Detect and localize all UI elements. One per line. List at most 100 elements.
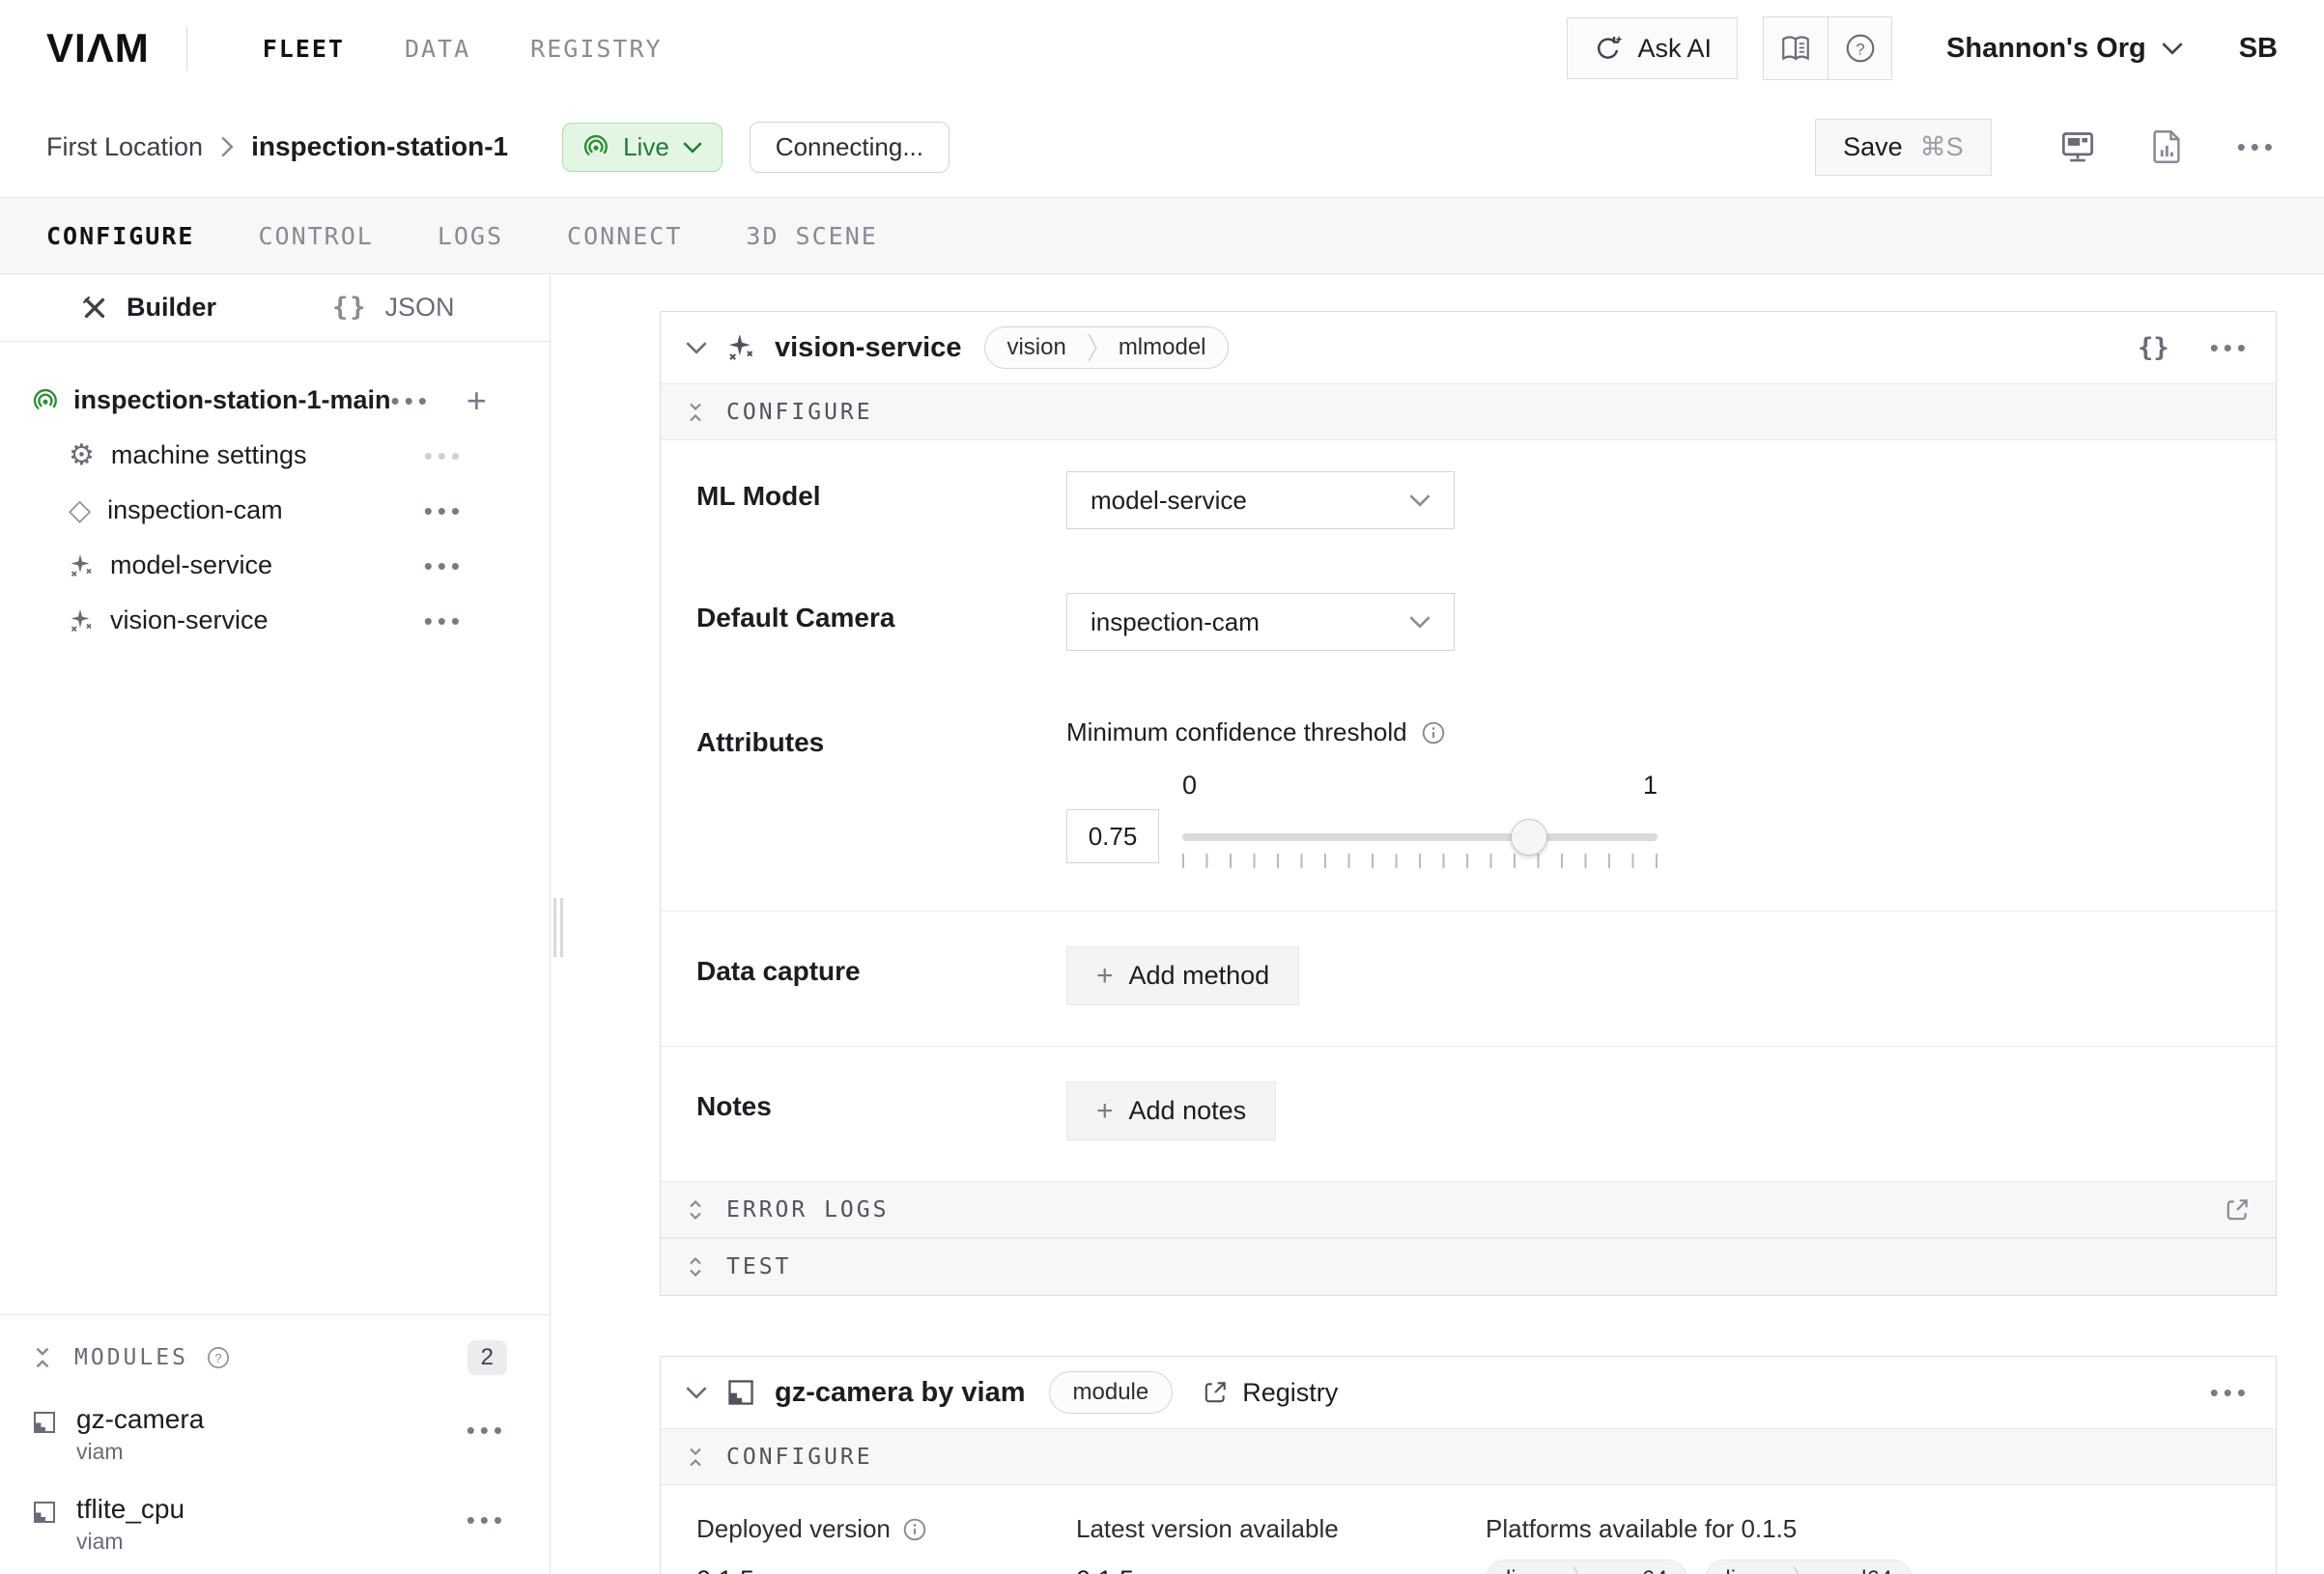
item-menu-icon[interactable]: ••• (424, 608, 465, 633)
help-button[interactable]: ? (1828, 17, 1891, 79)
collapse-card-icon[interactable] (686, 341, 707, 354)
gear-icon: ⚙ (69, 441, 95, 470)
chevron-down-icon (683, 141, 702, 154)
nav-divider (186, 26, 187, 70)
collapse-icon[interactable] (32, 1344, 53, 1371)
ml-model-value: model-service (1091, 486, 1247, 516)
attributes-label: Attributes (696, 717, 1066, 868)
nav-tab-registry[interactable]: REGISTRY (530, 35, 662, 63)
add-notes-button[interactable]: + Add notes (1066, 1082, 1276, 1140)
report-file-icon[interactable] (2150, 129, 2183, 164)
platform-arch: arm64 (1582, 1560, 1686, 1574)
ask-ai-button[interactable]: Ask AI (1567, 17, 1738, 79)
control-monitor-icon[interactable] (2059, 129, 2096, 164)
module-menu-icon[interactable]: ••• (467, 1418, 507, 1443)
threshold-input[interactable] (1066, 809, 1159, 863)
modules-count-badge: 2 (468, 1340, 507, 1375)
module-org: viam (76, 1529, 184, 1555)
module-menu-icon[interactable]: ••• (467, 1507, 507, 1532)
slider-max-label: 1 (1643, 771, 1658, 801)
vision-service-card: vision-service vision mlmodel {} ••• (660, 311, 2277, 1296)
tree-item-model-service[interactable]: model-service ••• (0, 538, 550, 593)
notes-label: Notes (696, 1082, 1066, 1140)
configure-section-header[interactable]: CONFIGURE (661, 383, 2276, 440)
svg-text:?: ? (214, 1351, 221, 1365)
card-menu-icon[interactable]: ••• (2210, 1380, 2251, 1405)
nav-tab-fleet[interactable]: FLEET (263, 35, 345, 63)
configure-label: CONFIGURE (726, 1445, 873, 1470)
platforms-label: Platforms available for 0.1.5 (1486, 1514, 1797, 1544)
tab-logs[interactable]: LOGS (438, 222, 503, 250)
tree-item-vision-service[interactable]: vision-service ••• (0, 593, 550, 648)
connecting-button[interactable]: Connecting... (750, 122, 949, 173)
add-method-button[interactable]: + Add method (1066, 946, 1299, 1005)
org-switcher[interactable]: Shannon's Org (1946, 33, 2183, 65)
breadcrumb-location[interactable]: First Location (46, 132, 203, 162)
module-name: gz-camera (76, 1404, 204, 1435)
avatar[interactable]: SB (2239, 33, 2278, 65)
help-icon[interactable]: ? (206, 1345, 231, 1370)
registry-link[interactable]: Registry (1202, 1378, 1338, 1408)
part-name: inspection-station-1-main (73, 385, 391, 415)
tree-item-main-part[interactable]: inspection-station-1-main ••• + (0, 373, 550, 428)
slider-track[interactable] (1182, 833, 1658, 841)
json-view-icon[interactable]: {} (2138, 333, 2169, 363)
broadcast-icon (32, 387, 59, 414)
unfold-icon (686, 1197, 705, 1223)
info-icon[interactable] (1421, 720, 1446, 745)
tab-connect[interactable]: CONNECT (567, 222, 682, 250)
live-label: Live (623, 132, 669, 162)
test-label: TEST (726, 1254, 791, 1279)
tree-item-machine-settings[interactable]: ⚙ machine settings ••• (0, 428, 550, 483)
live-status-dropdown[interactable]: Live (562, 123, 723, 172)
nav-tab-data[interactable]: DATA (405, 35, 470, 63)
tab-3d-scene[interactable]: 3D SCENE (746, 222, 877, 250)
default-camera-select[interactable]: inspection-cam (1066, 593, 1455, 651)
open-logs-external-icon[interactable] (2224, 1196, 2251, 1223)
configure-label: CONFIGURE (726, 400, 873, 425)
resource-tree: inspection-station-1-main ••• + ⚙ machin… (0, 342, 550, 648)
module-item-gz-camera[interactable]: gz-camera viam ••• (32, 1404, 507, 1465)
test-section-header[interactable]: TEST (661, 1238, 2276, 1295)
error-logs-section-header[interactable]: ERROR LOGS (661, 1181, 2276, 1238)
collapse-card-icon[interactable] (686, 1386, 707, 1399)
info-icon[interactable] (902, 1517, 927, 1542)
org-name: Shannon's Org (1946, 33, 2146, 65)
error-logs-label: ERROR LOGS (726, 1197, 889, 1223)
docs-button[interactable] (1764, 17, 1828, 79)
tree-item-inspection-cam[interactable]: ◇ inspection-cam ••• (0, 483, 550, 538)
more-actions-icon[interactable]: ••• (2237, 134, 2278, 159)
tab-configure[interactable]: CONFIGURE (46, 222, 194, 250)
slider-handle[interactable] (1511, 819, 1547, 856)
config-sidebar: Builder {} JSON inspection-station-1-mai… (0, 274, 551, 1574)
deployed-version-value: 0.1.5 (696, 1565, 1076, 1574)
tree-item-label: model-service (110, 550, 272, 580)
threshold-slider[interactable]: 0 1 (1182, 771, 1658, 868)
sidebar-resize-handle[interactable] (553, 898, 563, 957)
json-toggle[interactable]: {} JSON (332, 293, 455, 323)
nav-icon-group: ? (1763, 16, 1892, 80)
gz-camera-module-card: gz-camera by viam module Registry ••• (660, 1356, 2277, 1574)
part-menu-icon[interactable]: ••• (391, 388, 432, 413)
item-menu-icon[interactable]: ••• (424, 443, 465, 468)
card-title: gz-camera by viam (775, 1377, 1026, 1409)
chevron-right-icon (220, 136, 234, 157)
card-menu-icon[interactable]: ••• (2210, 335, 2251, 360)
add-component-icon[interactable]: + (467, 383, 487, 418)
module-item-tflite-cpu[interactable]: tflite_cpu viam ••• (32, 1494, 507, 1555)
latest-version-value: 0.1.5 (1076, 1565, 1486, 1574)
item-menu-icon[interactable]: ••• (424, 553, 465, 578)
ml-model-label: ML Model (696, 471, 1066, 529)
configure-section-header[interactable]: CONFIGURE (661, 1428, 2276, 1485)
tab-control[interactable]: CONTROL (258, 222, 373, 250)
ml-model-select[interactable]: model-service (1066, 471, 1455, 529)
threshold-label: Minimum confidence threshold (1066, 717, 1407, 747)
viam-logo[interactable]: VIΛM (46, 25, 150, 71)
builder-toggle[interactable]: Builder (80, 293, 216, 323)
modules-section: MODULES ? 2 gz-camera (0, 1314, 550, 1574)
item-menu-icon[interactable]: ••• (424, 498, 465, 523)
save-button[interactable]: Save ⌘S (1815, 119, 1992, 176)
main-panel: vision-service vision mlmodel {} ••• (551, 274, 2324, 1574)
ask-ai-label: Ask AI (1637, 34, 1712, 64)
broadcast-icon (582, 133, 609, 160)
